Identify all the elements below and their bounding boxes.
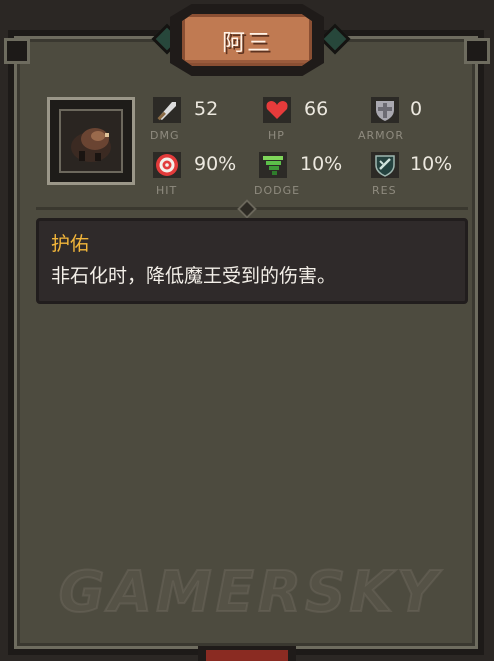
tornado-icon bbox=[256, 150, 290, 180]
stat-armor-label: ARMOR bbox=[358, 129, 404, 142]
stat-dodge-label: DODGE bbox=[254, 184, 301, 197]
stat-hit-label: HIT bbox=[156, 184, 178, 197]
stat-res-value: 10% bbox=[410, 153, 453, 175]
stat-dmg-label: DMG bbox=[150, 129, 180, 142]
frame-corner-top-right bbox=[464, 38, 490, 64]
skill-name: 护佑 bbox=[51, 233, 90, 255]
stat-armor-value: 0 bbox=[410, 98, 423, 120]
stat-dodge: 10% DODGE bbox=[254, 150, 366, 200]
skill-description: 非石化时，降低魔王受到的伤害。 bbox=[51, 265, 337, 287]
stat-hp-value: 66 bbox=[304, 98, 329, 120]
sword-icon bbox=[150, 95, 184, 125]
stat-hit: 90% HIT bbox=[150, 150, 260, 200]
heart-icon bbox=[260, 95, 294, 125]
res-shield-icon bbox=[368, 150, 402, 180]
stat-res-label: RES bbox=[372, 184, 397, 197]
stat-hp: 66 HP bbox=[260, 95, 360, 145]
stat-dmg: 52 DMG bbox=[150, 95, 260, 145]
title-tab: 阿三 bbox=[170, 4, 324, 76]
skill-description-box: 护佑 非石化时，降低魔王受到的伤害。 bbox=[36, 218, 468, 304]
unit-portrait bbox=[47, 97, 135, 185]
stat-hit-value: 90% bbox=[194, 153, 237, 175]
target-icon bbox=[150, 150, 184, 180]
stat-dodge-value: 10% bbox=[300, 153, 343, 175]
unit-name: 阿三 bbox=[222, 30, 272, 56]
stat-armor: 0 ARMOR bbox=[358, 95, 468, 145]
beast-portrait-icon bbox=[71, 128, 111, 162]
stat-dmg-value: 52 bbox=[194, 98, 219, 120]
shield-icon bbox=[368, 95, 402, 125]
frame-corner-top-left bbox=[4, 38, 30, 64]
watermark: GAMERSKY bbox=[58, 559, 442, 626]
stat-res: 10% RES bbox=[368, 150, 468, 200]
bottom-tab bbox=[198, 646, 296, 661]
stat-hp-label: HP bbox=[268, 129, 285, 142]
